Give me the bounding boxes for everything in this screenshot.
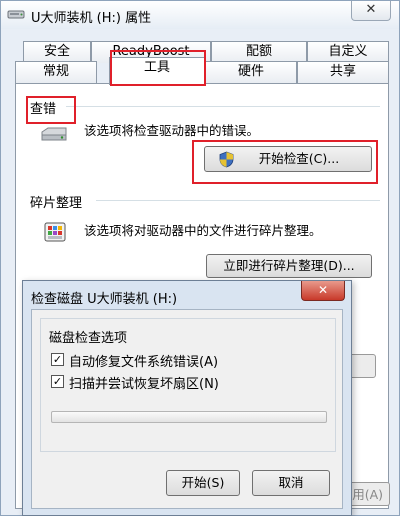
- dialog-start-button[interactable]: 开始(S): [166, 470, 240, 496]
- defrag-now-button[interactable]: 立即进行碎片整理(D)...: [206, 254, 372, 278]
- tab-sharing[interactable]: 共享: [297, 61, 389, 83]
- scan-sectors-checkbox[interactable]: ✓: [51, 375, 64, 388]
- defrag-description: 该选项将对驱动器中的文件进行碎片整理。: [84, 223, 322, 238]
- window-title: U大师装机 (H:) 属性: [31, 11, 152, 26]
- highlight-start-check-button: [192, 140, 378, 184]
- check-options-title: 磁盘检查选项: [49, 331, 128, 346]
- check-options-group: 磁盘检查选项 ✓ 自动修复文件系统错误(A) ✓ 扫描并尝试恢复坏扇区(N): [40, 318, 336, 452]
- tab-quota[interactable]: 配额: [211, 41, 307, 63]
- dialog-title: 检查磁盘 U大师装机 (H:): [31, 292, 178, 307]
- dialog-close-button[interactable]: ✕: [301, 281, 345, 301]
- defrag-icon: [44, 222, 66, 242]
- drive-icon: [7, 10, 25, 19]
- tab-hardware[interactable]: 硬件: [205, 61, 297, 83]
- check-disk-dialog: 检查磁盘 U大师装机 (H:) ✕ 磁盘检查选项 ✓ 自动修复文件系统错误(A)…: [22, 280, 352, 516]
- scan-sectors-label[interactable]: 扫描并尝试恢复坏扇区(N): [69, 373, 219, 392]
- title-bar: U大师装机 (H:) 属性 ✕: [1, 1, 399, 29]
- window-close-button[interactable]: ✕: [351, 1, 391, 21]
- auto-fix-label[interactable]: 自动修复文件系统错误(A): [69, 351, 218, 370]
- tab-security[interactable]: 安全: [23, 41, 91, 63]
- defrag-title: 碎片整理: [30, 196, 83, 211]
- disk-icon: [41, 127, 67, 141]
- check-progress-bar: [51, 411, 327, 423]
- dialog-cancel-button[interactable]: 取消: [252, 470, 330, 496]
- auto-fix-checkbox[interactable]: ✓: [51, 353, 64, 366]
- divider: [66, 106, 380, 107]
- highlight-tools-tab: [110, 50, 206, 86]
- highlight-error-check-title: [26, 96, 76, 124]
- tab-customize[interactable]: 自定义: [307, 41, 389, 63]
- divider: [96, 200, 380, 201]
- tab-general[interactable]: 常规: [15, 61, 97, 83]
- error-check-description: 该选项将检查驱动器中的错误。: [84, 123, 260, 138]
- dialog-body: 磁盘检查选项 ✓ 自动修复文件系统错误(A) ✓ 扫描并尝试恢复坏扇区(N) 开…: [31, 309, 343, 509]
